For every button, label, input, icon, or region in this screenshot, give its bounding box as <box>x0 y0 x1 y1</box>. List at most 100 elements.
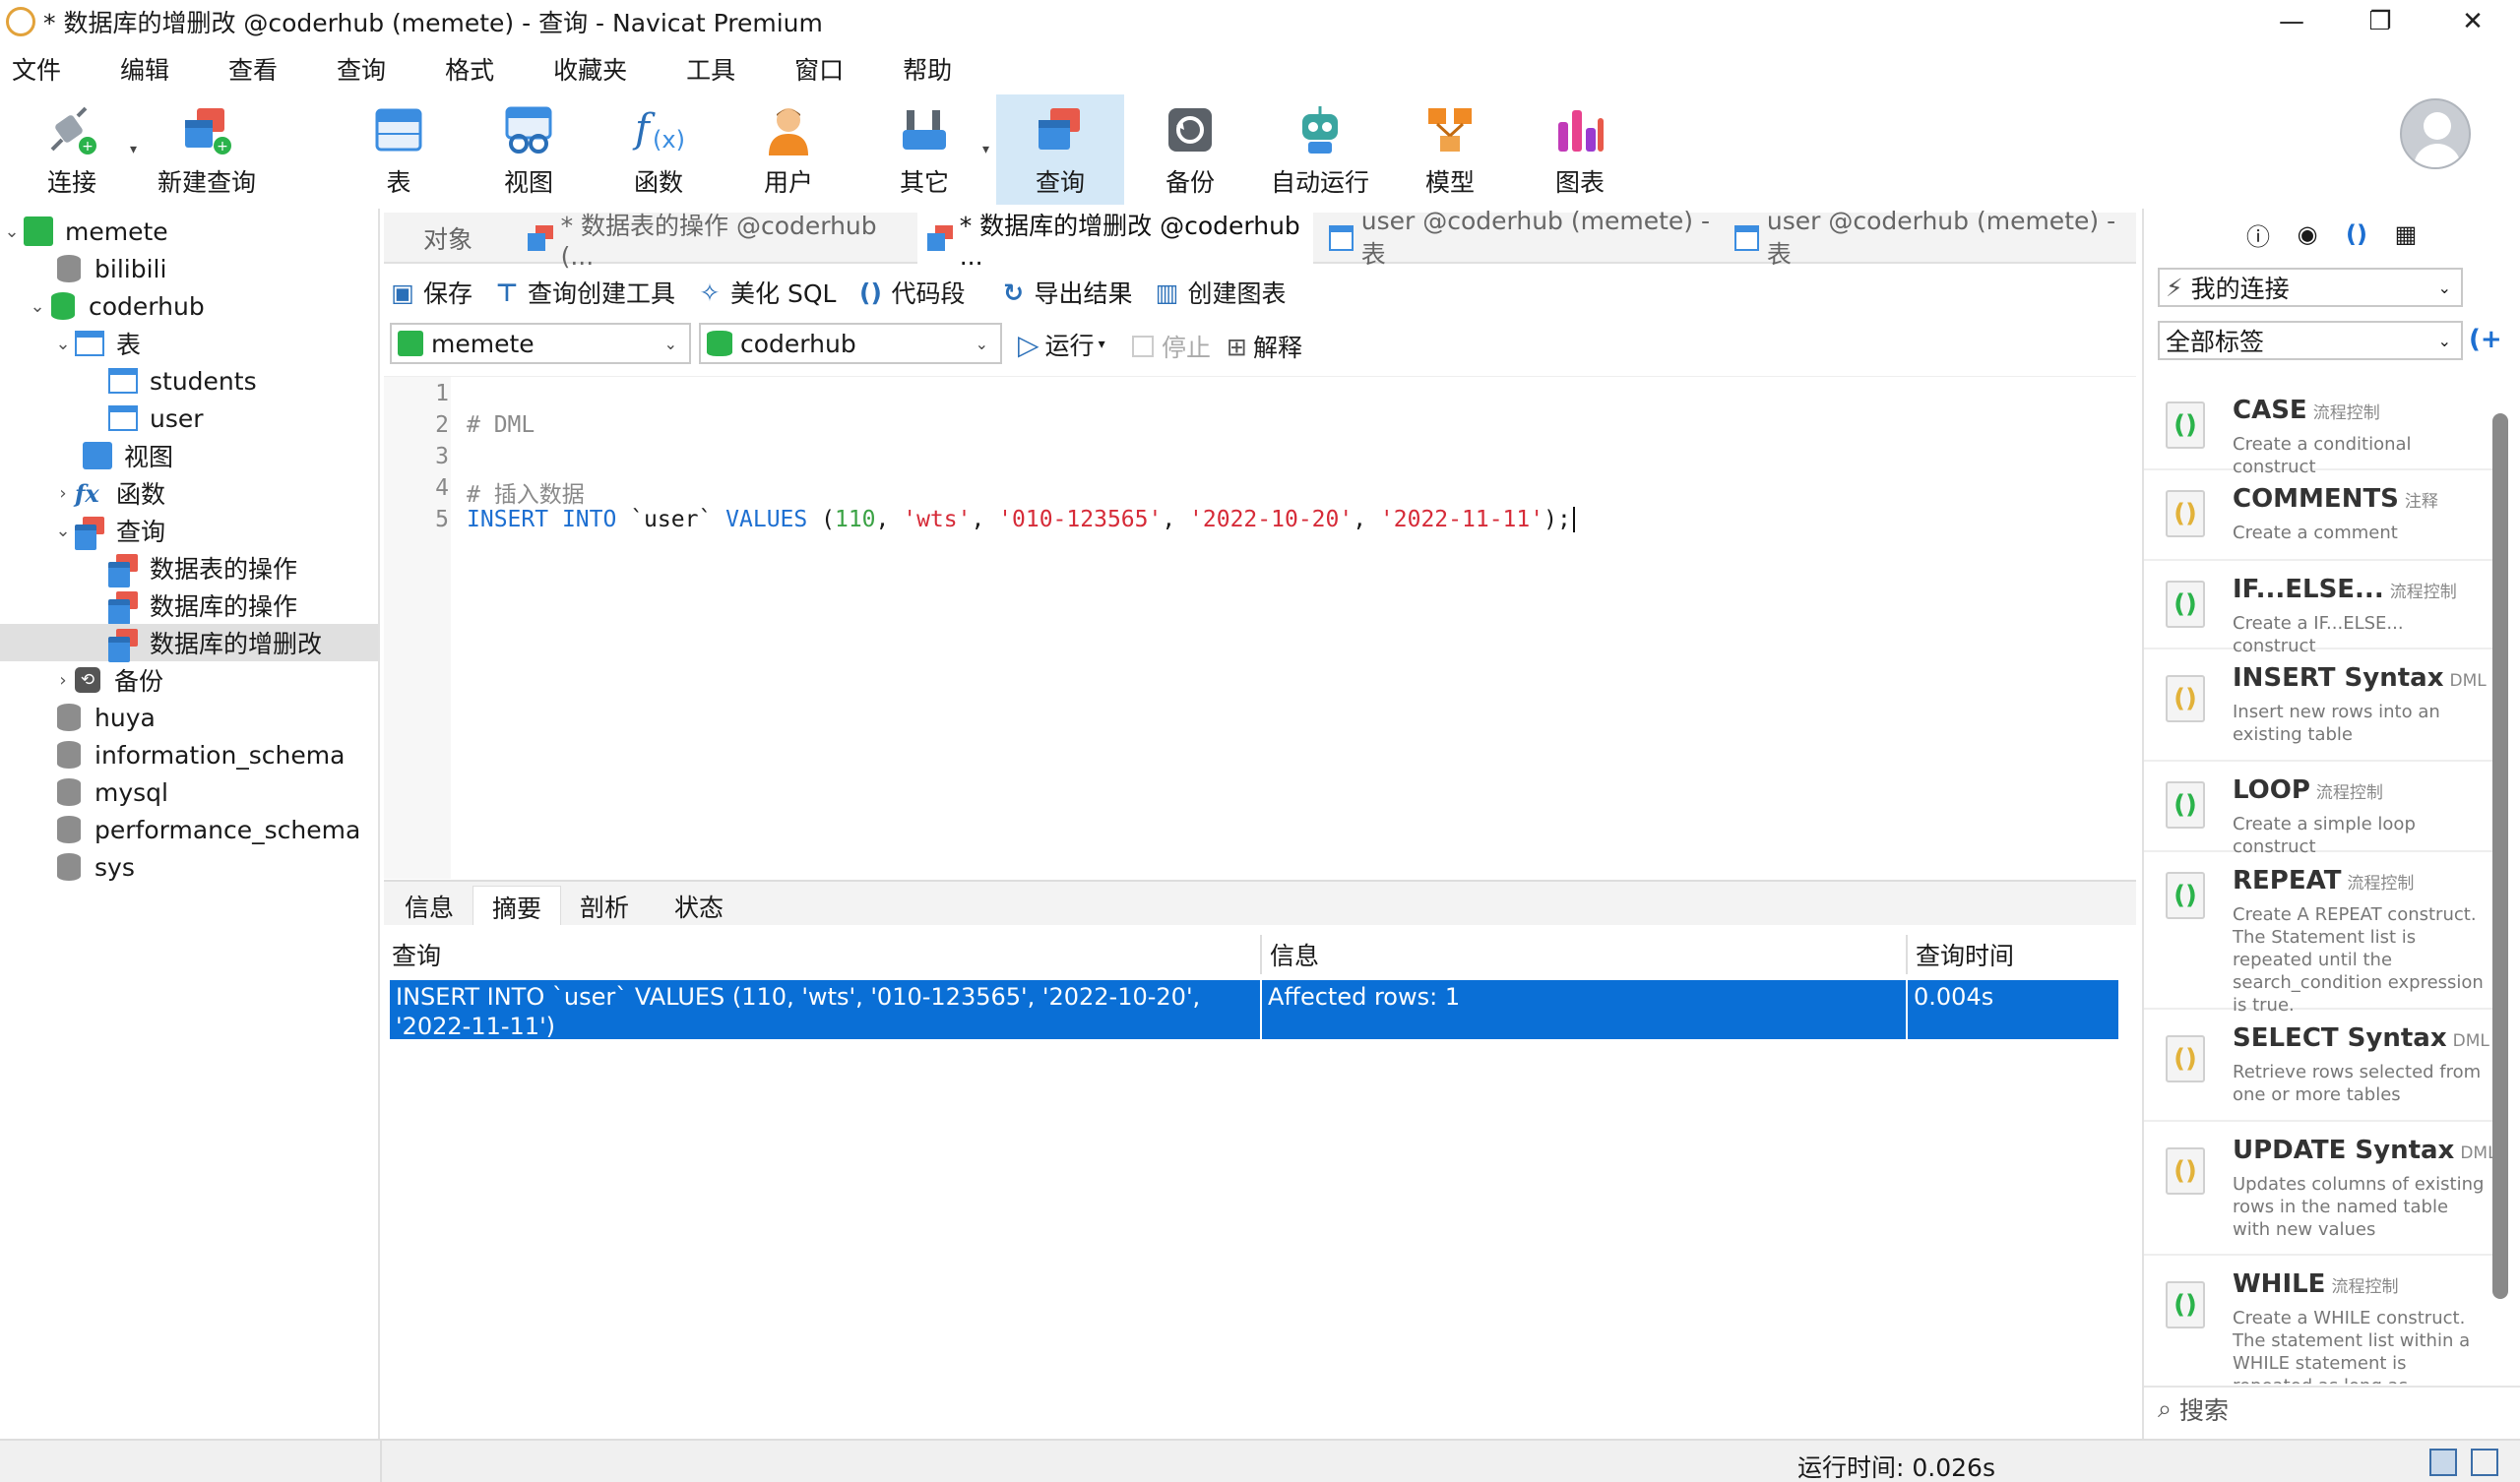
column-header-info[interactable]: 信息 <box>1262 935 1908 974</box>
result-cell-query[interactable]: INSERT INTO `user` VALUES (110, 'wts', '… <box>390 980 1262 1040</box>
collapse-icon[interactable]: ⌄ <box>26 296 49 317</box>
function-button[interactable]: f (x) 函数 <box>595 94 723 205</box>
tree-query-item-selected[interactable]: 数据库的增删改 <box>0 624 378 662</box>
expand-icon[interactable]: › <box>51 670 75 691</box>
tree-queries-folder[interactable]: ⌄ 查询 <box>0 512 378 550</box>
code-snippet-button[interactable]: () 代码段 <box>857 275 965 310</box>
tab-objects[interactable]: 对象 <box>384 213 512 264</box>
query-builder-button[interactable]: ⊤ 查询创建工具 <box>494 275 675 310</box>
connect-button[interactable]: + 连接 <box>8 94 136 205</box>
menu-favorites[interactable]: 收藏夹 <box>541 51 651 87</box>
menu-tools[interactable]: 工具 <box>674 51 759 87</box>
menu-format[interactable]: 格式 <box>433 51 518 87</box>
collapse-icon[interactable]: ⌄ <box>51 521 75 541</box>
tree-db-coderhub[interactable]: ⌄ coderhub <box>0 287 378 325</box>
tree-db-bilibili[interactable]: bilibili <box>0 250 378 287</box>
automation-button[interactable]: 自动运行 <box>1256 94 1384 205</box>
tree-tables-folder[interactable]: ⌄ 表 <box>0 325 378 362</box>
snippet-item[interactable]: () UPDATE Syntax DML Updates columns of e… <box>2144 1122 2497 1256</box>
chart-button[interactable]: 图表 <box>1516 94 1644 205</box>
snippet-item[interactable]: () REPEAT 流程控制 Create A REPEAT construct.… <box>2144 852 2496 1016</box>
tab-profile[interactable]: 剖析 <box>565 886 644 927</box>
table-button[interactable]: 表 <box>335 94 463 205</box>
user-avatar[interactable] <box>2400 98 2471 169</box>
menu-view[interactable]: 查看 <box>217 51 301 87</box>
maximize-button[interactable]: ❐ <box>2333 0 2427 43</box>
column-header-time[interactable]: 查询时间 <box>1908 935 2126 974</box>
tab-query-crud[interactable]: * 数据库的增删改 @coderhub ... <box>917 212 1313 271</box>
export-results-button[interactable]: ↻ 导出结果 <box>1000 275 1133 310</box>
column-header-query[interactable]: 查询 <box>384 935 1262 974</box>
menu-window[interactable]: 窗口 <box>783 51 867 87</box>
new-query-button[interactable]: + 新建查询 <box>143 94 271 205</box>
tree-table-students[interactable]: students <box>0 362 378 400</box>
close-button[interactable]: ✕ <box>2426 0 2520 43</box>
tree-db-mysql[interactable]: mysql <box>0 773 378 811</box>
tab-status[interactable]: 状态 <box>650 886 748 927</box>
menu-edit[interactable]: 编辑 <box>108 51 193 87</box>
minimize-button[interactable]: — <box>2244 0 2339 43</box>
tree-query-item[interactable]: 数据库的操作 <box>0 587 378 625</box>
database-icon <box>707 331 732 356</box>
tab-table-user-2[interactable]: user @coderhub (memete) - 表 <box>1725 207 2128 269</box>
tree-backups-folder[interactable]: › ⟲ 备份 <box>0 661 378 699</box>
snippet-item[interactable]: () SELECT Syntax DML Retrieve rows select… <box>2144 1010 2496 1122</box>
tree-views-folder[interactable]: 视图 <box>0 437 378 474</box>
menu-file[interactable]: 文件 <box>0 51 85 87</box>
snippet-connection-select[interactable]: ⚡ 我的连接 ⌄ <box>2158 268 2463 307</box>
menu-help[interactable]: 帮助 <box>891 51 976 87</box>
snippet-item[interactable]: () COMMENTS 注释 Create a comment <box>2144 470 2496 561</box>
tree-db-sys[interactable]: sys <box>0 848 378 886</box>
backup-button[interactable]: 备份 <box>1126 94 1254 205</box>
query-button[interactable]: 查询 <box>996 94 1124 205</box>
save-button[interactable]: ▣ 保存 <box>390 275 472 310</box>
layout-right-toggle-icon[interactable] <box>2471 1449 2498 1476</box>
grid-icon[interactable]: ▦ <box>2390 218 2422 250</box>
snippet-tag-select[interactable]: 全部标签 ⌄ <box>2158 321 2463 360</box>
layout-left-toggle-icon[interactable] <box>2429 1449 2457 1476</box>
tree-db-huya[interactable]: huya <box>0 699 378 736</box>
result-cell-time[interactable]: 0.004s <box>1908 980 2120 1039</box>
sql-editor[interactable]: 1 2 3 4 5 # DML # 插入数据 INSERT INTO `user… <box>384 376 2136 879</box>
connection-select[interactable]: memete ⌄ <box>390 323 691 364</box>
snippet-item[interactable]: () CASE 流程控制 Create a conditional constru… <box>2144 382 2496 477</box>
explain-button[interactable]: ⊞ 解释 <box>1227 329 1302 364</box>
tree-db-information-schema[interactable]: information_schema <box>0 736 378 773</box>
stop-button[interactable]: 停止 <box>1132 329 1211 364</box>
other-dropdown-icon[interactable]: ▾ <box>982 142 989 157</box>
tree-db-performance-schema[interactable]: performance_schema <box>0 811 378 848</box>
beautify-sql-button[interactable]: ✧ 美化 SQL <box>697 275 837 310</box>
snippet-icon[interactable]: () <box>2341 218 2372 250</box>
run-dropdown-icon[interactable]: ▾ <box>1099 337 1105 352</box>
snippet-item[interactable]: () INSERT Syntax DML Insert new rows into… <box>2144 649 2496 762</box>
snippet-item[interactable]: () WHILE 流程控制 Create a WHILE construct. T… <box>2144 1256 2496 1384</box>
tab-info[interactable]: 信息 <box>390 886 469 927</box>
expand-icon[interactable]: › <box>51 483 75 504</box>
other-button[interactable]: 其它 <box>860 94 988 205</box>
database-select[interactable]: coderhub ⌄ <box>699 323 1002 364</box>
tab-summary[interactable]: 摘要 <box>472 886 561 927</box>
connect-dropdown-icon[interactable]: ▾ <box>130 142 137 157</box>
collapse-icon[interactable]: ⌄ <box>51 334 75 354</box>
view-button[interactable]: 视图 <box>465 94 593 205</box>
tree-functions-folder[interactable]: › fx 函数 <box>0 474 378 512</box>
run-button[interactable]: ▷ 运行 ▾ <box>1018 327 1105 362</box>
result-cell-info[interactable]: Affected rows: 1 <box>1262 980 1908 1039</box>
collapse-icon[interactable]: ⌄ <box>0 221 24 242</box>
snippet-item[interactable]: () IF...ELSE... 流程控制 Create a IF...ELSE..… <box>2144 561 2496 656</box>
model-button[interactable]: 模型 <box>1386 94 1514 205</box>
menu-query[interactable]: 查询 <box>325 51 410 87</box>
info-icon[interactable]: ⓘ <box>2242 218 2274 251</box>
snippet-search[interactable]: ⌕ 搜索 <box>2144 1386 2520 1431</box>
tree-connection-memete[interactable]: ⌄ memete <box>0 213 378 250</box>
tree-query-item[interactable]: 数据表的操作 <box>0 549 378 587</box>
tree-table-user[interactable]: user <box>0 400 378 437</box>
snippet-item[interactable]: () LOOP 流程控制 Create a simple loop constru… <box>2144 762 2496 857</box>
snippet-scrollbar[interactable] <box>2492 413 2508 1299</box>
create-chart-button[interactable]: ▥ 创建图表 <box>1155 275 1287 310</box>
tab-query-table-ops[interactable]: * 数据表的操作 @coderhub (... <box>518 212 912 271</box>
eye-icon[interactable]: ◉ <box>2292 218 2323 250</box>
add-snippet-icon[interactable]: (+ <box>2469 325 2502 354</box>
user-button[interactable]: 用户 <box>724 94 852 205</box>
tab-table-user-1[interactable]: user @coderhub (memete) - 表 <box>1319 207 1721 269</box>
